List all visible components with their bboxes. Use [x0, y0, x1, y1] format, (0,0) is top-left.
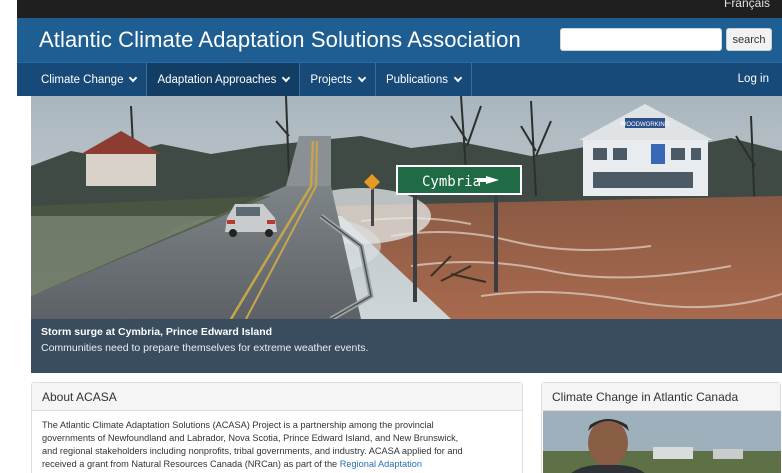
- about-line: governments of Newfoundland and Labrador…: [42, 433, 459, 443]
- nav-item-label: Climate Change: [41, 73, 124, 86]
- hero-caption: Storm surge at Cymbria, Prince Edward Is…: [31, 319, 782, 373]
- caption-text: Communities need to prepare themselves f…: [41, 342, 369, 354]
- nav-item-label: Projects: [310, 73, 352, 86]
- chevron-down-icon: [453, 73, 463, 83]
- caption-title: Storm surge at Cymbria, Prince Edward Is…: [41, 326, 273, 338]
- video-thumbnail[interactable]: [543, 411, 781, 473]
- storm-surge-illustration: WOODWORKING Cymbria: [31, 96, 782, 319]
- nav-item-publications[interactable]: Publications: [376, 63, 472, 96]
- about-line: and regional stakeholders including nonp…: [42, 446, 463, 456]
- building-sign-text: WOODWORKING: [621, 122, 670, 128]
- nav-item-projects[interactable]: Projects: [300, 63, 376, 96]
- road-sign-text: Cymbria: [422, 174, 481, 190]
- chevron-down-icon: [129, 73, 138, 83]
- about-body: The Atlantic Climate Adaptation Solution…: [32, 411, 522, 473]
- site-header: Atlantic Climate Adaptation Solutions As…: [17, 18, 782, 62]
- nav-list: Climate Change Adaptation Approaches Pro…: [31, 63, 472, 96]
- thumbnail-illustration: [543, 411, 781, 473]
- climate-change-heading: Climate Change in Atlantic Canada: [542, 383, 780, 411]
- language-bar: Français: [17, 0, 782, 18]
- language-link-francais[interactable]: Français: [724, 0, 770, 10]
- about-panel: About ACASA The Atlantic Climate Adaptat…: [31, 382, 523, 473]
- nav-item-climate-change[interactable]: Climate Change: [31, 63, 148, 96]
- nav-item-adaptation-approaches[interactable]: Adaptation Approaches: [147, 63, 301, 96]
- search-button[interactable]: search: [726, 28, 772, 51]
- chevron-down-icon: [282, 73, 291, 83]
- chevron-down-icon: [357, 73, 367, 83]
- climate-change-panel: Climate Change in Atlantic Canada: [541, 382, 781, 473]
- nav-item-label: Publications: [385, 73, 448, 86]
- main-nav: Climate Change Adaptation Approaches Pro…: [17, 62, 782, 96]
- about-heading: About ACASA: [32, 383, 522, 411]
- nav-item-label: Adaptation Approaches: [157, 73, 277, 86]
- about-line: The Atlantic Climate Adaptation Solution…: [42, 420, 434, 430]
- site-title[interactable]: Atlantic Climate Adaptation Solutions As…: [39, 27, 521, 53]
- hero-image[interactable]: WOODWORKING Cymbria: [31, 96, 782, 319]
- about-line-text: received a grant from Natural Resources …: [42, 459, 340, 469]
- about-line: received a grant from Natural Resources …: [42, 458, 512, 471]
- regional-adaptation-link[interactable]: Regional Adaptation: [340, 459, 422, 469]
- login-link[interactable]: Log in: [738, 73, 769, 85]
- search-input[interactable]: [560, 28, 722, 51]
